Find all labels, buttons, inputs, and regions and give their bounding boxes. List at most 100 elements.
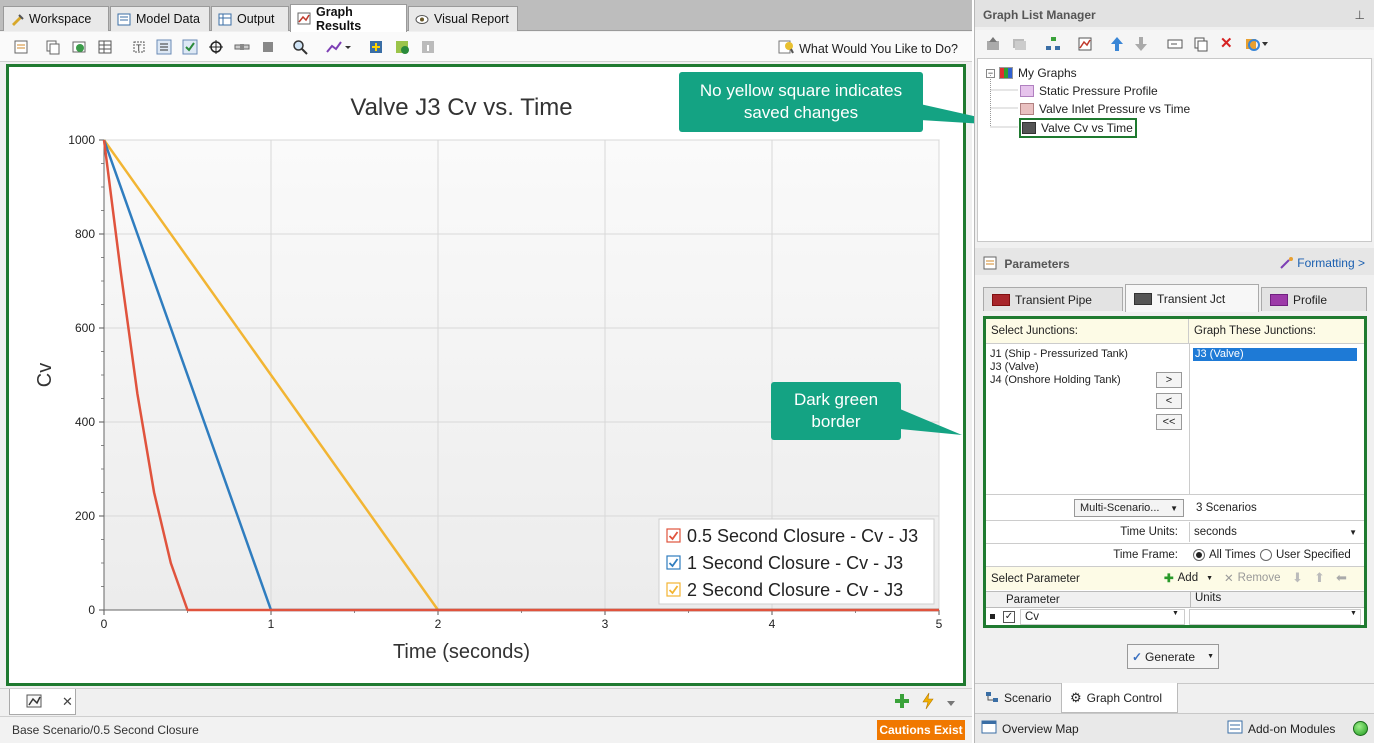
- divider: [986, 543, 1364, 544]
- info-icon[interactable]: [420, 39, 436, 55]
- right-status-bar: Overview Map Add-on Modules: [975, 713, 1374, 743]
- move-up-icon[interactable]: [1109, 36, 1125, 55]
- add-graph-icon[interactable]: [368, 39, 384, 55]
- tab-graph-control[interactable]: ⚙ Graph Control: [1061, 683, 1178, 713]
- param-checkbox[interactable]: ✓: [1003, 611, 1015, 623]
- tab-output[interactable]: Output: [211, 6, 289, 31]
- available-junction-list[interactable]: J1 (Ship - Pressurized Tank) J3 (Valve) …: [990, 348, 1155, 387]
- tree-item-valve-inlet-pressure[interactable]: Valve Inlet Pressure vs Time: [1020, 102, 1190, 116]
- y-tick-label: 200: [75, 509, 95, 523]
- list-item[interactable]: J3 (Valve): [990, 361, 1155, 374]
- rename-icon[interactable]: [1167, 36, 1183, 55]
- export-icon[interactable]: [71, 39, 87, 55]
- list-item[interactable]: J1 (Ship - Pressurized Tank): [990, 348, 1155, 361]
- legend-label: 0.5 Second Closure - Cv - J3: [687, 526, 918, 546]
- dropdown-arrow-icon: ▼: [1349, 527, 1357, 537]
- check-icon[interactable]: [182, 39, 198, 55]
- graph-edit-icon[interactable]: [1077, 36, 1093, 55]
- parameter-select[interactable]: Cv: [1020, 609, 1185, 625]
- visual-report-icon: [415, 13, 429, 26]
- scenario-icon: [985, 691, 999, 706]
- tab-transient-pipe[interactable]: Transient Pipe: [983, 287, 1123, 311]
- y-tick-label: 0: [88, 603, 95, 617]
- tree-lines: [990, 75, 1018, 128]
- tab-graph-results[interactable]: Graph Results: [290, 4, 407, 33]
- map-icon: [981, 720, 997, 737]
- pin-icon[interactable]: ⊥: [1355, 8, 1365, 22]
- tab-model-data[interactable]: Model Data: [110, 6, 210, 31]
- divider: [986, 494, 1364, 495]
- refresh-icon[interactable]: [1245, 36, 1269, 55]
- right-panel: Graph List Manager ⊥ ✕ − My Graphs Stati…: [974, 0, 1374, 743]
- add-junction-button[interactable]: >: [1156, 372, 1182, 388]
- tab-scenario[interactable]: Scenario: [979, 684, 1059, 712]
- chart-frame[interactable]: 0 200 400 600 800 1000 0 1 2 3 4 5 Valve J3 Cv vs. T…: [6, 64, 966, 686]
- chevron-down-icon[interactable]: [946, 697, 956, 711]
- lightning-icon[interactable]: [920, 692, 936, 713]
- radio-user-specified[interactable]: User Specified: [1260, 545, 1351, 565]
- graph-these-header: Graph These Junctions:: [1189, 319, 1364, 344]
- copy-icon[interactable]: [45, 39, 61, 55]
- duplicate-icon[interactable]: [1193, 36, 1209, 55]
- check-icon: ✓: [1131, 649, 1143, 664]
- graph-list-tree[interactable]: − My Graphs Static Pressure Profile Valv…: [977, 58, 1372, 242]
- zoom-icon[interactable]: [292, 39, 308, 55]
- divider: [986, 520, 1364, 521]
- tab-transient-jct[interactable]: Transient Jct: [1125, 284, 1259, 312]
- list-item[interactable]: J4 (Onshore Holding Tank): [990, 374, 1155, 387]
- table-row[interactable]: ✓ Cv ▼ ▼: [986, 608, 1364, 626]
- dropdown-arrow-icon[interactable]: ▼: [1172, 610, 1179, 617]
- multi-scenario-dropdown[interactable]: Multi-Scenario... ▼: [1074, 499, 1184, 517]
- cautions-badge[interactable]: Cautions Exist: [877, 720, 965, 740]
- close-icon[interactable]: ✕: [62, 694, 73, 710]
- graph-doc-tab[interactable]: ✕: [9, 689, 76, 715]
- add-tab-icon[interactable]: [894, 693, 910, 712]
- axis-icon[interactable]: T: [131, 39, 147, 55]
- radio-icon: [1193, 549, 1205, 561]
- cv-vs-time-chart[interactable]: 0 200 400 600 800 1000 0 1 2 3 4 5 Valve J3 Cv vs. T…: [9, 67, 963, 683]
- tree-item-valve-cv[interactable]: Valve Cv vs Time: [1019, 118, 1137, 138]
- delete-icon[interactable]: ✕: [1220, 34, 1233, 52]
- save-graph-icon[interactable]: [394, 39, 410, 55]
- selected-junction[interactable]: J3 (Valve): [1193, 348, 1357, 361]
- move-down-icon[interactable]: [1133, 36, 1149, 55]
- parameters-header: Parameters Formatting >: [975, 248, 1374, 275]
- import-icon[interactable]: [985, 36, 1001, 55]
- hierarchy-icon[interactable]: [1045, 36, 1061, 55]
- add-parameter-button[interactable]: ✚ Add ▼: [1164, 570, 1213, 586]
- stack-icon[interactable]: [1011, 36, 1027, 55]
- remove-parameter-button[interactable]: ✕ Remove: [1224, 570, 1280, 586]
- parameter-tabs: Transient Pipe Transient Jct Profile: [979, 284, 1371, 312]
- formatting-link[interactable]: Formatting >: [1280, 256, 1365, 272]
- time-units-select[interactable]: seconds ▼: [1189, 522, 1361, 542]
- tab-profile[interactable]: Profile: [1261, 287, 1367, 311]
- data-table-icon[interactable]: [97, 39, 113, 55]
- series-style-icon[interactable]: [326, 39, 352, 55]
- edit-graph-icon[interactable]: [13, 39, 29, 55]
- addon-modules-button[interactable]: Add-on Modules: [1227, 720, 1335, 737]
- remove-junction-button[interactable]: <: [1156, 393, 1182, 409]
- radio-all-times[interactable]: All Times: [1193, 545, 1256, 565]
- legend-checkbox: [666, 528, 681, 543]
- dropdown-arrow-icon[interactable]: ▼: [1350, 610, 1357, 617]
- modules-icon: [1227, 720, 1243, 737]
- tab-visual-report[interactable]: Visual Report: [408, 6, 518, 31]
- generate-button[interactable]: ✓ Generate ▼: [1127, 644, 1219, 669]
- junction-graph-icon: [1022, 122, 1036, 134]
- crosshair-icon[interactable]: [208, 39, 224, 55]
- transient-jct-panel: Select Junctions: Graph These Junctions:…: [983, 316, 1367, 628]
- remove-all-button[interactable]: <<: [1156, 414, 1182, 430]
- units-select[interactable]: [1189, 609, 1361, 625]
- overview-map-button[interactable]: Overview Map: [981, 720, 1079, 737]
- legend-icon[interactable]: [156, 39, 172, 55]
- slider-icon[interactable]: [234, 39, 250, 55]
- help-search[interactable]: What Would You Like to Do?: [778, 39, 958, 58]
- tab-workspace[interactable]: Workspace: [3, 6, 109, 31]
- param-left-icon[interactable]: ⬅: [1336, 570, 1347, 586]
- tree-item-static-pressure[interactable]: Static Pressure Profile: [1020, 84, 1158, 98]
- param-up-icon[interactable]: ⬆: [1314, 570, 1325, 586]
- workspace-icon: [10, 13, 24, 26]
- stop-icon[interactable]: [260, 39, 276, 55]
- param-down-icon[interactable]: ⬇: [1292, 570, 1303, 586]
- graph-list-manager-header: Graph List Manager ⊥: [975, 0, 1374, 27]
